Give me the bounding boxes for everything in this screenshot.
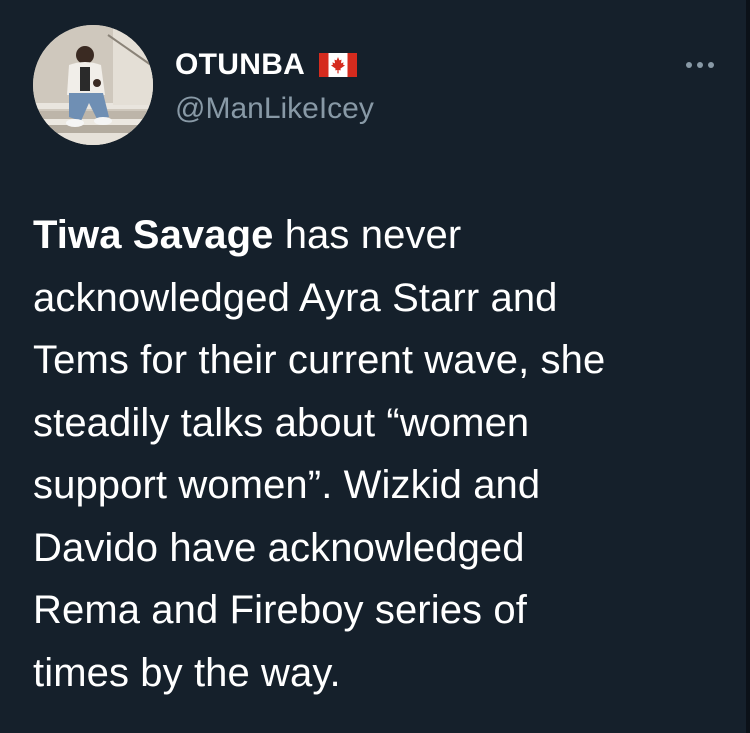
ellipsis-icon <box>686 62 714 68</box>
avatar-photo <box>33 25 153 145</box>
more-options-button[interactable] <box>680 52 720 78</box>
screen-edge <box>746 0 750 733</box>
tweet-text-bold: Tiwa Savage <box>33 213 274 257</box>
author-name-row[interactable]: OTUNBA <box>175 48 358 82</box>
canada-flag-icon <box>319 53 358 77</box>
tweet-text-body: has never acknowledged Ayra Starr and Te… <box>33 213 606 695</box>
author-handle[interactable]: @ManLikeIcey <box>175 92 374 126</box>
avatar[interactable] <box>33 25 153 145</box>
author-display-name[interactable]: OTUNBA <box>175 48 305 82</box>
tweet[interactable]: OTUNBA @ManLikeIcey Tiwa Savage has neve… <box>0 0 746 733</box>
tweet-text: Tiwa Savage has never acknowledged Ayra … <box>33 204 733 704</box>
